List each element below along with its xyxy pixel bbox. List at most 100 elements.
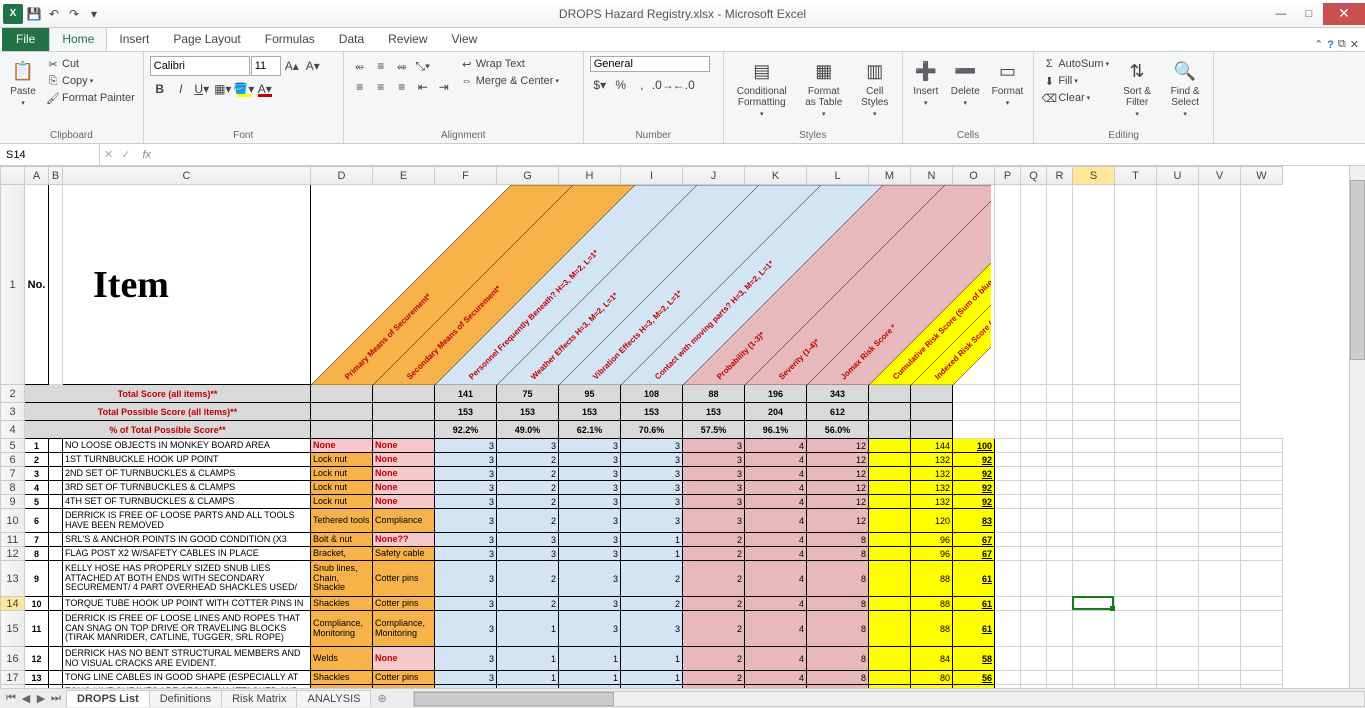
increase-font-icon[interactable]: A▴ xyxy=(282,56,302,76)
border-button[interactable]: ▦▾ xyxy=(213,79,233,99)
number-format-select[interactable] xyxy=(590,56,710,72)
decrease-decimal-icon[interactable]: ←.0 xyxy=(674,75,694,95)
row-header[interactable]: 8 xyxy=(1,481,25,495)
spreadsheet-grid[interactable]: ABCDEFGHIJKLMNOPQRSTUVW 1No.ItemPrimary … xyxy=(0,166,1365,688)
align-middle-icon[interactable]: ≡ xyxy=(371,56,391,76)
ribbon-tab-page-layout[interactable]: Page Layout xyxy=(161,27,252,51)
scrollbar-thumb[interactable] xyxy=(1350,180,1365,360)
new-sheet-icon[interactable]: ⊕ xyxy=(371,692,392,705)
row-header[interactable]: 12 xyxy=(1,547,25,561)
font-name-input[interactable] xyxy=(150,56,250,76)
increase-indent-icon[interactable]: ⇥ xyxy=(434,77,454,97)
prev-sheet-icon[interactable]: ◀ xyxy=(19,692,33,705)
column-header[interactable]: A xyxy=(25,167,49,185)
column-header[interactable]: K xyxy=(745,167,807,185)
ribbon-tab-home[interactable]: Home xyxy=(49,27,107,51)
save-icon[interactable]: 💾 xyxy=(25,5,43,23)
name-box[interactable]: S14 xyxy=(0,144,100,165)
file-tab[interactable]: File xyxy=(2,27,49,51)
cancel-formula-icon[interactable]: ✕ xyxy=(100,148,117,161)
paste-button[interactable]: 📋 Paste ▾ xyxy=(6,56,40,109)
close-button[interactable]: ✕ xyxy=(1323,3,1365,25)
column-header[interactable]: C xyxy=(63,167,311,185)
decrease-indent-icon[interactable]: ⇤ xyxy=(413,77,433,97)
column-header[interactable]: O xyxy=(953,167,995,185)
row-header[interactable]: 4 xyxy=(1,421,25,439)
conditional-formatting-button[interactable]: ▤Conditional Formatting▾ xyxy=(730,56,794,120)
row-header[interactable]: 3 xyxy=(1,403,25,421)
delete-button[interactable]: ➖Delete▾ xyxy=(947,56,984,109)
column-header[interactable]: E xyxy=(373,167,435,185)
redo-icon[interactable]: ↷ xyxy=(65,5,83,23)
row-header[interactable]: 13 xyxy=(1,561,25,597)
column-header[interactable]: I xyxy=(621,167,683,185)
last-sheet-icon[interactable]: ⏭ xyxy=(49,692,63,705)
font-color-button[interactable]: A▾ xyxy=(255,79,275,99)
row-header[interactable]: 14 xyxy=(1,597,25,611)
copy-button[interactable]: ⎘Copy▾ xyxy=(44,73,137,89)
currency-icon[interactable]: $▾ xyxy=(590,75,610,95)
row-header[interactable]: 7 xyxy=(1,467,25,481)
bold-button[interactable]: B xyxy=(150,79,170,99)
worksheet-tab[interactable]: Risk Matrix xyxy=(221,690,297,707)
format-button[interactable]: ▭Format▾ xyxy=(988,56,1028,109)
column-header[interactable]: M xyxy=(869,167,911,185)
column-header[interactable]: U xyxy=(1157,167,1199,185)
worksheet-tab[interactable]: DROPS List xyxy=(66,690,150,707)
help-icon[interactable]: ? xyxy=(1327,39,1334,51)
column-header[interactable]: Q xyxy=(1021,167,1047,185)
row-header[interactable]: 16 xyxy=(1,647,25,671)
vertical-scrollbar[interactable] xyxy=(1349,166,1365,688)
column-header[interactable]: J xyxy=(683,167,745,185)
enter-formula-icon[interactable]: ✓ xyxy=(117,148,134,161)
clear-button[interactable]: ⌫Clear▾ xyxy=(1040,90,1111,106)
worksheet-tab[interactable]: Definitions xyxy=(149,690,222,707)
ribbon-tab-view[interactable]: View xyxy=(440,27,490,51)
first-sheet-icon[interactable]: ⏮ xyxy=(4,692,18,705)
row-header[interactable]: 2 xyxy=(1,385,25,403)
row-header[interactable]: 1 xyxy=(1,185,25,385)
underline-button[interactable]: U▾ xyxy=(192,79,212,99)
increase-decimal-icon[interactable]: .0→ xyxy=(653,75,673,95)
close-workbook-icon[interactable]: ✕ xyxy=(1350,38,1359,51)
fill-button[interactable]: ⬇Fill▾ xyxy=(1040,73,1111,89)
format-as-table-button[interactable]: ▦Format as Table▾ xyxy=(798,56,850,120)
row-header[interactable]: 6 xyxy=(1,453,25,467)
row-header[interactable]: 9 xyxy=(1,495,25,509)
format-painter-button[interactable]: 🖌Format Painter xyxy=(44,90,137,106)
column-header[interactable]: T xyxy=(1115,167,1157,185)
ribbon-tab-data[interactable]: Data xyxy=(327,27,376,51)
column-header[interactable]: N xyxy=(911,167,953,185)
minimize-button[interactable]: — xyxy=(1267,3,1295,25)
orientation-icon[interactable]: ⤡▾ xyxy=(413,56,433,76)
ribbon-tab-insert[interactable]: Insert xyxy=(107,27,161,51)
restore-window-icon[interactable]: ⧉ xyxy=(1338,38,1346,51)
horizontal-scrollbar[interactable] xyxy=(413,691,1365,707)
column-header[interactable]: R xyxy=(1047,167,1073,185)
row-header[interactable]: 10 xyxy=(1,509,25,533)
worksheet-tab[interactable]: ANALYSIS xyxy=(296,690,371,707)
column-header[interactable]: H xyxy=(559,167,621,185)
row-header[interactable]: 11 xyxy=(1,533,25,547)
align-right-icon[interactable]: ≡ xyxy=(392,77,412,97)
comma-icon[interactable]: , xyxy=(632,75,652,95)
column-header[interactable]: B xyxy=(49,167,63,185)
row-header[interactable]: 15 xyxy=(1,611,25,647)
align-center-icon[interactable]: ≡ xyxy=(371,77,391,97)
cell-styles-button[interactable]: ▥Cell Styles▾ xyxy=(854,56,896,120)
fx-icon[interactable]: fx xyxy=(134,149,159,161)
merge-center-button[interactable]: ⇔Merge & Center▾ xyxy=(458,73,561,89)
autosum-button[interactable]: ΣAutoSum▾ xyxy=(1040,56,1111,72)
minimize-ribbon-icon[interactable]: ⌃ xyxy=(1314,38,1323,51)
column-header[interactable]: D xyxy=(311,167,373,185)
insert-button[interactable]: ➕Insert▾ xyxy=(909,56,943,109)
select-all-corner[interactable] xyxy=(1,167,25,185)
row-header[interactable]: 5 xyxy=(1,439,25,453)
qat-dropdown-icon[interactable]: ▾ xyxy=(85,5,103,23)
ribbon-tab-review[interactable]: Review xyxy=(376,27,439,51)
italic-button[interactable]: I xyxy=(171,79,191,99)
column-header[interactable]: S xyxy=(1073,167,1115,185)
scrollbar-thumb[interactable] xyxy=(414,692,614,706)
ribbon-tab-formulas[interactable]: Formulas xyxy=(253,27,327,51)
column-header[interactable]: F xyxy=(435,167,497,185)
